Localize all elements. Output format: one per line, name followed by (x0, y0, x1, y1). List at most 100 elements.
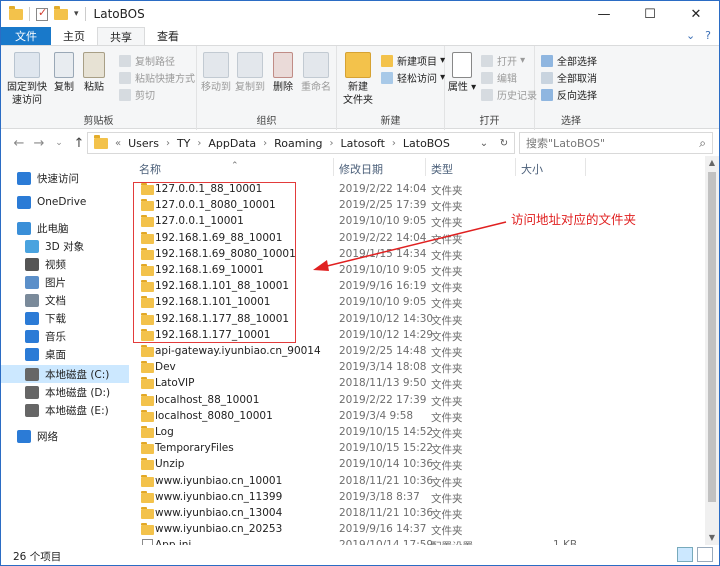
folder-row[interactable]: Unzip 2019/10/14 10:36 文件夹 (135, 457, 719, 473)
new-item-button[interactable]: 新建项目 ▾ (381, 52, 445, 69)
address-dropdown-icon[interactable]: ⌄ (474, 133, 494, 153)
paste-button[interactable]: 粘贴 (79, 52, 109, 94)
new-folder-icon[interactable] (54, 5, 68, 20)
properties-icon[interactable] (36, 6, 48, 21)
maximize-button[interactable]: ☐ (627, 1, 673, 27)
invert-selection-button[interactable]: 反向选择 (541, 86, 597, 103)
select-group: 全部选择 全部取消 反向选择 选择 (535, 46, 607, 130)
nav-item[interactable]: 文档 (7, 291, 66, 309)
nav-item[interactable]: 图片 (7, 273, 66, 291)
search-input[interactable]: 搜索"LatoBOS" ⌕ (519, 132, 713, 154)
copy-to-button[interactable]: 复制到 (233, 52, 267, 94)
scroll-up-icon[interactable]: ▲ (705, 156, 719, 170)
minimize-button[interactable]: — (581, 1, 627, 27)
nav-item[interactable]: 网络 (7, 427, 58, 445)
properties-button[interactable]: 属性 ▾ (447, 52, 477, 94)
copy-path-button[interactable]: 复制路径 (119, 52, 195, 69)
up-arrow-icon[interactable]: ↑ (69, 136, 89, 151)
help-icon[interactable]: ? (705, 29, 711, 42)
computer-icon (17, 221, 31, 235)
back-arrow-icon[interactable]: ← (9, 136, 29, 151)
nav-item[interactable]: 快速访问 (7, 169, 79, 187)
rename-button[interactable]: 重命名 (299, 52, 333, 94)
forward-arrow-icon[interactable]: → (29, 136, 49, 151)
folder-row[interactable]: www.iyunbiao.cn_13004 2018/11/21 10:36 文件夹 (135, 506, 719, 522)
file-type: 文件夹 (431, 347, 463, 359)
folder-row[interactable]: www.iyunbiao.cn_10001 2018/11/21 10:36 文件夹 (135, 474, 719, 490)
tab-home[interactable]: 主页 (51, 27, 97, 45)
chevron-right-icon[interactable]: › (330, 138, 334, 149)
tab-view[interactable]: 查看 (145, 27, 191, 45)
chevron-right-icon[interactable]: › (166, 138, 170, 149)
select-none-button[interactable]: 全部取消 (541, 69, 597, 86)
breadcrumb-ty[interactable]: TY (177, 137, 190, 150)
tab-share[interactable]: 共享 (97, 27, 145, 45)
large-icons-view-button[interactable] (697, 547, 713, 562)
folder-row[interactable]: www.iyunbiao.cn_11399 2019/3/18 8:37 文件夹 (135, 490, 719, 506)
tab-file[interactable]: 文件 (1, 27, 51, 45)
breadcrumb-appdata[interactable]: AppData (208, 137, 256, 150)
nav-item[interactable]: 本地磁盘 (E:) (7, 401, 109, 419)
modified-date: 2019/10/12 14:29 (339, 328, 434, 341)
vertical-scrollbar[interactable]: ▲ ▼ (705, 156, 719, 545)
address-path[interactable]: « Users › TY › AppData › Roaming › Latosoft ›… (87, 132, 515, 154)
edit-icon (481, 71, 493, 84)
easy-access-button[interactable]: 轻松访问 ▾ (381, 69, 445, 86)
scrollbar-thumb[interactable] (708, 172, 716, 502)
close-button[interactable]: ✕ (673, 1, 719, 27)
breadcrumb-users[interactable]: Users (128, 137, 159, 150)
nav-item[interactable]: 下载 (7, 309, 66, 327)
open-group-label: 打开 (479, 116, 500, 127)
customize-dropdown-icon[interactable]: ▾ (74, 9, 79, 19)
document-icon (25, 293, 39, 307)
chevron-right-icon[interactable]: › (263, 138, 267, 149)
folder-row[interactable]: Log 2019/10/15 14:52 文件夹 (135, 425, 719, 441)
pin-quick-access-button[interactable]: 固定到快速访问 (3, 52, 51, 107)
refresh-icon[interactable]: ↻ (494, 133, 514, 153)
folder-row[interactable]: api-gateway.iyunbiao.cn_90014 2019/2/25 1… (135, 344, 719, 360)
folder-row[interactable]: localhost_88_10001 2019/2/22 17:39 文件夹 (135, 393, 719, 409)
column-type[interactable]: 类型 (431, 161, 453, 177)
folder-row[interactable]: www.iyunbiao.cn_20253 2019/9/16 14:37 文件夹 (135, 522, 719, 538)
move-to-button[interactable]: 移动到 (199, 52, 233, 94)
nav-item[interactable]: 本地磁盘 (C:) (1, 365, 129, 383)
breadcrumb-roaming[interactable]: Roaming (274, 137, 322, 150)
new-folder-button[interactable]: 新建 文件夹 (341, 52, 375, 107)
cut-button[interactable]: 剪切 (119, 86, 195, 103)
history-button[interactable]: 历史记录 (481, 86, 537, 103)
file-row[interactable]: App.ini2019/10/14 17:59配置设置1 KB (135, 538, 719, 545)
column-date[interactable]: 修改日期 (339, 161, 383, 177)
column-name[interactable]: 名称 (139, 161, 161, 177)
chevron-right-icon[interactable]: › (197, 138, 201, 149)
expand-ribbon-icon[interactable]: ⌄ (686, 29, 695, 42)
recent-dropdown-icon[interactable]: ⌄ (49, 138, 69, 148)
copy-button[interactable]: 复制 (51, 52, 77, 94)
edit-button[interactable]: 编辑 (481, 69, 537, 86)
select-all-button[interactable]: 全部选择 (541, 52, 597, 69)
window-title: LatoBOS (93, 7, 145, 21)
nav-item[interactable]: 本地磁盘 (D:) (7, 383, 110, 401)
open-button[interactable]: 打开 ▾ (481, 52, 537, 69)
file-name: www.iyunbiao.cn_10001 (155, 474, 283, 487)
breadcrumb-latobos[interactable]: LatoBOS (403, 137, 450, 150)
folder-row[interactable]: localhost_8080_10001 2019/3/4 9:58 文件夹 (135, 409, 719, 425)
column-size[interactable]: 大小 (521, 161, 543, 177)
details-view-button[interactable] (677, 547, 693, 562)
breadcrumb-latosoft[interactable]: Latosoft (341, 137, 385, 150)
folder-row[interactable]: LatoVIP 2018/11/13 9:50 文件夹 (135, 376, 719, 392)
folder-row[interactable]: Dev 2019/3/14 18:08 文件夹 (135, 360, 719, 376)
nav-item[interactable]: 音乐 (7, 327, 66, 345)
nav-item[interactable]: 视频 (7, 255, 66, 273)
overflow-chevron-icon[interactable]: « (115, 138, 121, 149)
nav-item[interactable]: OneDrive (7, 193, 86, 211)
nav-item[interactable]: 3D 对象 (7, 237, 84, 255)
chevron-right-icon[interactable]: › (392, 138, 396, 149)
annotation-arrow (313, 221, 507, 271)
scroll-down-icon[interactable]: ▼ (705, 531, 719, 545)
delete-button[interactable]: 删除 (269, 52, 297, 94)
folder-row[interactable]: TemporaryFiles 2019/10/15 15:22 文件夹 (135, 441, 719, 457)
modified-date: 2019/9/16 14:37 (339, 523, 427, 536)
paste-shortcut-button[interactable]: 粘贴快捷方式 (119, 69, 195, 86)
nav-item[interactable]: 此电脑 (7, 219, 69, 237)
nav-item[interactable]: 桌面 (7, 345, 66, 363)
